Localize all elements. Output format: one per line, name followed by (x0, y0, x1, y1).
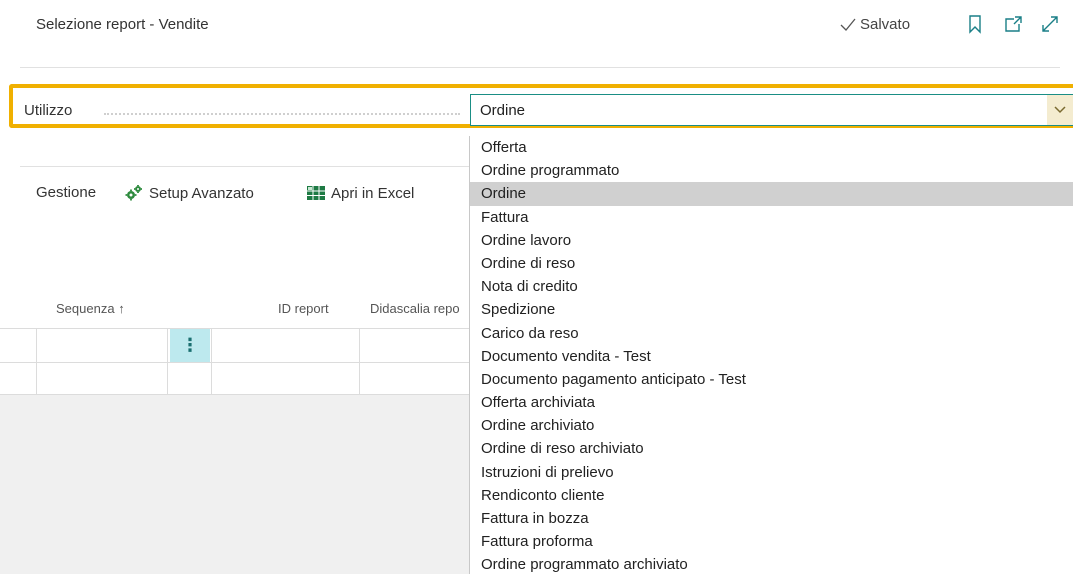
section-divider (20, 166, 470, 167)
saved-status: Salvato (840, 16, 910, 33)
saved-label: Salvato (860, 16, 911, 33)
table-row[interactable] (0, 362, 470, 395)
cell-divider (359, 328, 360, 395)
more-vertical-icon: ⋮ (181, 335, 199, 355)
dropdown-option[interactable]: Ordine programmato (470, 159, 1073, 182)
empty-grid-area (0, 395, 470, 574)
dropdown-option[interactable]: Offerta archiviata (470, 391, 1073, 414)
cell-divider (211, 328, 212, 395)
page-title: Selezione report - Vendite (36, 16, 209, 33)
row-menu-button[interactable]: ⋮ (170, 329, 210, 362)
dropdown-option[interactable]: Ordine lavoro (470, 229, 1073, 252)
utilizzo-dropdown-list: Offerta Ordine programmato Ordine Fattura Or… (469, 136, 1073, 574)
action-apri-excel[interactable]: Apri in Excel (306, 184, 414, 202)
dropdown-option[interactable]: Fattura proforma (470, 530, 1073, 553)
dropdown-option[interactable]: Documento pagamento anticipato - Test (470, 368, 1073, 391)
dropdown-option[interactable]: Rendiconto cliente (470, 484, 1073, 507)
action-setup-avanzato[interactable]: Setup Avanzato (124, 184, 254, 202)
action-gestione[interactable]: Gestione (36, 184, 96, 201)
dropdown-option[interactable]: Ordine (470, 182, 1073, 206)
dropdown-option[interactable]: Fattura (470, 206, 1073, 229)
expand-icon[interactable] (1040, 14, 1060, 34)
checkmark-icon (840, 18, 856, 31)
header-divider (20, 67, 1060, 68)
cell-divider (36, 328, 37, 395)
gears-icon (125, 185, 142, 201)
field-label-utilizzo: Utilizzo (24, 102, 73, 119)
action-setup-avanzato-label: Setup Avanzato (149, 184, 254, 202)
bookmark-icon[interactable] (965, 14, 985, 34)
dropdown-option[interactable]: Ordine di reso archiviato (470, 437, 1073, 460)
open-in-new-window-icon[interactable] (1003, 14, 1023, 34)
chevron-down-icon (1054, 106, 1066, 114)
cell-divider (167, 328, 168, 395)
action-gestione-label: Gestione (36, 184, 97, 201)
sort-ascending-icon: ↑ (118, 301, 125, 316)
table-row[interactable] (0, 328, 470, 360)
excel-icon (307, 186, 325, 200)
dropdown-option[interactable]: Documento vendita - Test (470, 345, 1073, 368)
dropdown-option[interactable]: Ordine programmato archiviato (470, 553, 1073, 574)
dropdown-option[interactable]: Ordine archiviato (470, 414, 1073, 437)
dropdown-option[interactable]: Spedizione (470, 298, 1073, 321)
dropdown-option[interactable]: Fattura in bozza (470, 507, 1073, 530)
column-header-id-report[interactable]: ID report (278, 301, 329, 316)
utilizzo-select[interactable] (470, 94, 1073, 126)
field-leader-dots (104, 113, 460, 115)
dropdown-option[interactable]: Istruzioni di prelievo (470, 461, 1073, 484)
column-sequenza-label: Sequenza (56, 301, 115, 316)
column-header-sequenza[interactable]: Sequenza ↑ (56, 301, 125, 316)
dropdown-option[interactable]: Nota di credito (470, 275, 1073, 298)
dropdown-option[interactable]: Offerta (470, 136, 1073, 159)
action-apri-excel-label: Apri in Excel (331, 184, 415, 202)
dropdown-option[interactable]: Ordine di reso (470, 252, 1073, 275)
column-header-didascalia[interactable]: Didascalia repo (370, 301, 460, 316)
dropdown-option[interactable]: Carico da reso (470, 322, 1073, 345)
dropdown-toggle-button[interactable] (1047, 95, 1073, 125)
utilizzo-select-value[interactable]: Ordine (480, 102, 525, 119)
